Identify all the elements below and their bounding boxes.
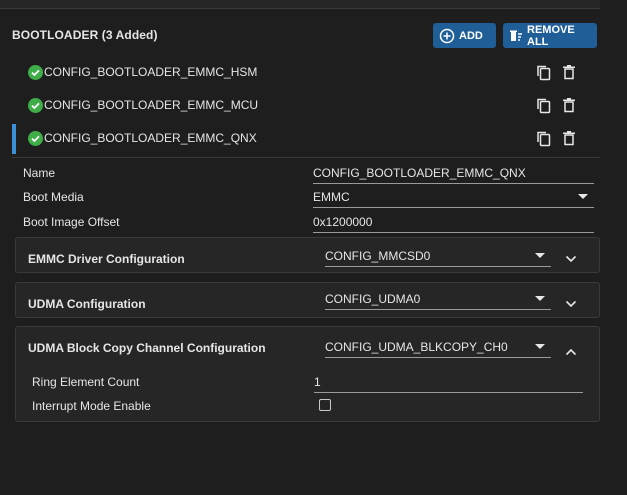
- bootloader-list: CONFIG_BOOTLOADER_EMMC_HSM CONFIG_BOOTLO…: [12, 56, 600, 155]
- trash-icon[interactable]: [562, 130, 576, 151]
- udma-blkcopy-section[interactable]: UDMA Block Copy Channel Configuration CO…: [15, 326, 600, 422]
- copy-icon[interactable]: [536, 130, 552, 152]
- name-field[interactable]: CONFIG_BOOTLOADER_EMMC_QNX: [313, 166, 594, 184]
- divider: [12, 157, 600, 158]
- boot-offset-field[interactable]: 0x1200000: [313, 215, 594, 233]
- udma-blkcopy-select[interactable]: CONFIG_UDMA_BLKCOPY_CH0: [325, 340, 551, 358]
- interrupt-mode-label: Interrupt Mode Enable: [32, 399, 151, 413]
- check-circle-icon: [28, 131, 43, 151]
- delete-sweep-icon: [509, 28, 523, 44]
- interrupt-mode-checkbox[interactable]: [319, 399, 331, 411]
- copy-icon[interactable]: [536, 97, 552, 119]
- select-value: CONFIG_UDMA_BLKCOPY_CH0: [325, 340, 508, 354]
- previous-section-edge: [0, 0, 600, 9]
- emmc-driver-select[interactable]: CONFIG_MMCSD0: [325, 249, 551, 267]
- boot-media-label: Boot Media: [23, 190, 84, 204]
- bootloader-header: BOOTLOADER (3 Added) ADD REMOVE ALL: [12, 22, 600, 50]
- remove-all-button-label: REMOVE ALL: [527, 23, 575, 48]
- scrollbar-track[interactable]: [607, 0, 627, 495]
- select-value: CONFIG_MMCSD0: [325, 249, 431, 263]
- list-item[interactable]: CONFIG_BOOTLOADER_EMMC_MCU: [12, 89, 600, 122]
- boot-media-select[interactable]: EMMC: [313, 190, 594, 208]
- list-item-label: CONFIG_BOOTLOADER_EMMC_MCU: [44, 98, 259, 112]
- check-circle-icon: [28, 65, 43, 85]
- emmc-driver-section[interactable]: EMMC Driver Configuration CONFIG_MMCSD0: [15, 237, 600, 273]
- section-title: UDMA Block Copy Channel Configuration: [28, 341, 266, 355]
- check-circle-icon: [28, 98, 43, 118]
- section-title: UDMA Configuration: [28, 297, 146, 311]
- chevron-down-icon[interactable]: [565, 250, 577, 268]
- name-label: Name: [23, 166, 56, 180]
- add-button-label: ADD: [459, 29, 483, 42]
- bootloader-title: BOOTLOADER (3 Added): [12, 28, 158, 42]
- copy-icon[interactable]: [536, 64, 552, 86]
- select-value: CONFIG_UDMA0: [325, 292, 421, 306]
- udma-section[interactable]: UDMA Configuration CONFIG_UDMA0: [15, 282, 600, 318]
- udma-select[interactable]: CONFIG_UDMA0: [325, 292, 551, 310]
- boot-media-value: EMMC: [313, 190, 350, 204]
- remove-all-button[interactable]: REMOVE ALL: [503, 23, 597, 48]
- trash-icon[interactable]: [562, 97, 576, 118]
- add-button[interactable]: ADD: [433, 23, 496, 48]
- chevron-down-icon[interactable]: [565, 295, 577, 313]
- ring-count-label: Ring Element Count: [32, 375, 140, 389]
- dropdown-arrow-icon: [535, 253, 545, 258]
- section-title: EMMC Driver Configuration: [28, 252, 185, 266]
- boot-offset-label: Boot Image Offset: [23, 215, 120, 229]
- dropdown-arrow-icon: [578, 194, 588, 199]
- list-item-label: CONFIG_BOOTLOADER_EMMC_QNX: [44, 131, 257, 145]
- plus-circle-icon: [439, 28, 455, 44]
- list-item-selected[interactable]: CONFIG_BOOTLOADER_EMMC_QNX: [12, 122, 600, 155]
- list-item[interactable]: CONFIG_BOOTLOADER_EMMC_HSM: [12, 56, 600, 89]
- list-item-label: CONFIG_BOOTLOADER_EMMC_HSM: [44, 65, 258, 79]
- chevron-up-icon[interactable]: [565, 343, 577, 361]
- dropdown-arrow-icon: [535, 296, 545, 301]
- dropdown-arrow-icon: [535, 344, 545, 349]
- ring-count-field[interactable]: 1: [314, 375, 583, 393]
- trash-icon[interactable]: [562, 64, 576, 85]
